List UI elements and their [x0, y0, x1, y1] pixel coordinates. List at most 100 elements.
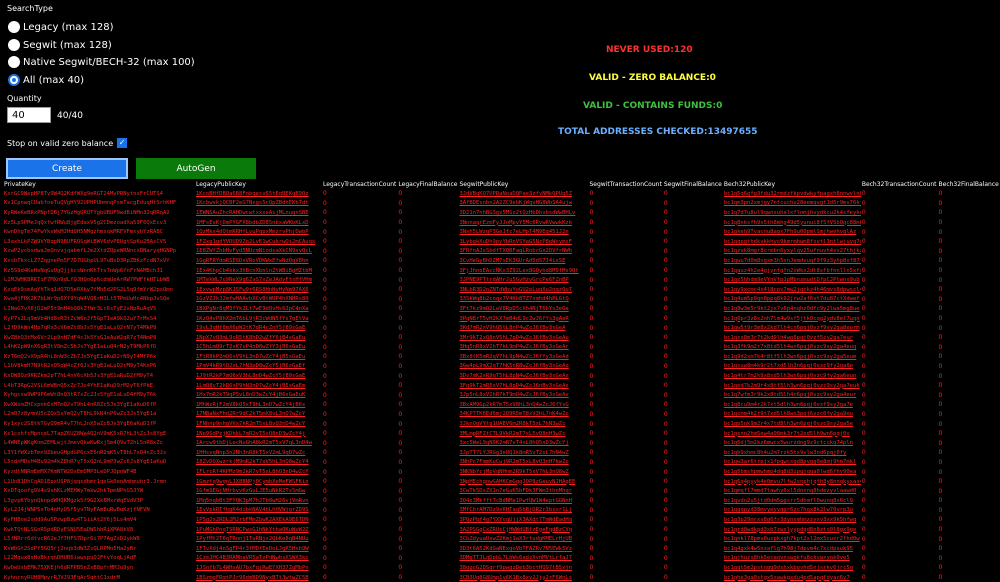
cell-bech32-public-key[interactable]: bc1q9d2xm7k4r8tf5lh3wn6pqj0vzc9sy2ga5eum: [723, 352, 861, 362]
radio-all-circle[interactable]: [8, 74, 20, 86]
stop-on-zero-balance[interactable]: Stop on valid zero balance ✓: [7, 138, 128, 148]
cell-bech32-public-key[interactable]: bc1qqt5m2pstngg9dshxkbgvhd5njsrkv6jrc5q: [723, 563, 861, 573]
cell-legacy-public-key[interactable]: 1Gfm9EGjNHrbvvKzGuLJE5uNkR2Ts5mGw: [195, 486, 322, 496]
cell-bech32-public-key[interactable]: bc1gkeh9Tvacnu8agx7Fh9u00pmlSmjhwehvglAz: [723, 227, 861, 237]
cell-segwit-public-key[interactable]: 3NpHEchgnwGAHKCmGqqJQP8zGeuvNJHAqEE: [458, 477, 588, 487]
cell-legacy-public-key[interactable]: 1Arcw9tbDjLecNuGhA8kR2mT5xV7qL3nD4w: [195, 438, 322, 448]
cell-segwit-public-key[interactable]: 3Fq9kT2mR5xV7hL8pD4wZcJ6nBy3sGeAs: [458, 381, 588, 391]
cell-legacy-public-key[interactable]: 1FNhnp9nhgVVx7kR2mT5xL8vQ3nD4wZcY: [195, 419, 322, 429]
cell-legacy-public-key[interactable]: 1Gmzfq9wqnLJX8BNPj0CymbXeMeFWSFKin: [195, 477, 322, 487]
cell-bech32-public-key[interactable]: bc1q8nksfh9x5th8mhg49d5yunui8f5fVSbQqc88…: [723, 218, 861, 228]
cell-bech32-public-key[interactable]: bc1qw5t9r3m8x2kd7lh4cn6pqj0vzf9sy2ga8eur…: [723, 323, 861, 333]
cell-legacy-public-key[interactable]: 1Hx7mR2kT9qP5vL8nD3wZcY4jB6sGaEuK: [195, 390, 322, 400]
cell-legacy-public-key[interactable]: 1FtR8kP2mQ6xV9hL3nD7wZcY4jB5sGaEu: [195, 352, 322, 362]
cell-segwit-public-key[interactable]: 3NLbR3D2nZNTdWhuYoGU2pLuqXu2nqzQu7: [458, 285, 588, 295]
cell-bech32-public-key[interactable]: bc1q6dj5m2kz6mwcx5wurzdng9z9ctcckq74pln: [723, 438, 861, 448]
cell-legacy-public-key[interactable]: 1ExvwpMzp8KJ5Fw9r6RS8HnHyHyNm97AX6: [195, 285, 322, 295]
cell-segwit-public-key[interactable]: 3Ft7kz9mQ2LwV8RpD5cXh4NjT6bYs3eGa: [458, 304, 588, 314]
cell-legacy-public-key[interactable]: 1KcbwvkjQCBF2eG7Nsgs5cQpZBdhEKbTdt: [195, 199, 322, 209]
cell-bech32-public-key[interactable]: bc1q6pr3z8x2nh7lm4w9sf5jtk0cqg2ydv8el7uq…: [723, 314, 861, 324]
cell-legacy-public-key[interactable]: 1P5g2s2RDL2MJrbFMmZbwK2AXEkA9E6TDN: [195, 515, 322, 525]
cell-bech32-public-key[interactable]: bc1q8cu9m4r2k7xt5dlh3wn6pqj0vzf9sy2ga7e: [723, 400, 861, 410]
cell-legacy-public-key[interactable]: 1LmQ8vT2kR6xP9hN3nD7wZcY4jB5sGaEm: [195, 381, 322, 391]
cell-segwit-public-key[interactable]: 3Kd7mR2xV9hQ5tL8nP4wZcJ6fBy3sGeA: [458, 323, 588, 333]
cell-bech32-public-key[interactable]: bc1q4tr7m2k9x8sd5lh3wn6pqj0vzc9fy2ga6eun: [723, 371, 861, 381]
cell-bech32-public-key[interactable]: bc1q4gxk4w5nzaflg7h98j7dpvm4c7xcdpsuk95: [723, 544, 861, 554]
cell-bech32-public-key[interactable]: bc1q7d7u8ul9qwnsuhalxflnmjhvydkcu2k4sfey…: [723, 208, 861, 218]
cell-segwit-public-key[interactable]: 3xc5WeL9qN9K2mR7vT4xL8hQ5nD3wZcYj: [458, 438, 588, 448]
cell-segwit-public-key[interactable]: 3PqN8rT5vH2kX7mB4dL9cZwJ6fYs3gAeR: [458, 314, 588, 324]
cell-segwit-public-key[interactable]: 3AfBDEsnbn2A2ZC9ebKjWqvHG8WbSA4ujw: [458, 199, 588, 209]
radio-segwit-circle[interactable]: [8, 39, 20, 51]
radio-native-segwit-circle[interactable]: [8, 56, 20, 68]
cell-segwit-public-key[interactable]: 3JPNE9PTtrdAHrJu5GvHzvGrcPe6FZnBP: [458, 275, 588, 285]
cell-bech32-public-key[interactable]: bc1qw3ar6trpjx1fpgwcsgd8pvgg0e8mj9hm7mkl: [723, 458, 861, 468]
cell-bech32-public-key[interactable]: bc1qzvk8mgr8crmbn6yxylqv25ufnuvh4xv27thj…: [723, 247, 861, 257]
stop-checkbox[interactable]: ✓: [117, 138, 128, 148]
cell-legacy-public-key[interactable]: 1MFsEvKjDmPYGFX8bdbZD85nbxaWKbKLxD: [195, 218, 322, 228]
cell-bech32-public-key[interactable]: bc1q8w3m5r9kt2jx7v6p4nqhz0dfc9y2lwa5mg8u…: [723, 304, 861, 314]
cell-legacy-public-key[interactable]: 1MhWzRjF2mV8kQ5xT9hL3nD7wZcY4jB6s: [195, 400, 322, 410]
cell-bech32-public-key[interactable]: bc1qb9xhmc8h4u2m7rzk5tx9vlw3nd6pqj0fy: [723, 448, 861, 458]
cell-bech32-public-key[interactable]: bc1q3p29mrxs8g6fr3dynsmhmzzyxv3xx9k5hfwq: [723, 515, 861, 525]
autogen-button[interactable]: AutoGen: [136, 158, 256, 179]
cell-bech32-public-key[interactable]: bc1qcmm4k2r9t7xd5lh8wn3pqj6vzc0fy2ga9eu: [723, 410, 861, 420]
cell-segwit-public-key[interactable]: 3Hq5nR8xV2hT7kL9mP4wZcJ6fBy3sGeAr: [458, 343, 588, 353]
cell-legacy-public-key[interactable]: 1J9tR2kP7mQ6xV3hL8nD4wZcY5jB9sGaE: [195, 371, 322, 381]
cell-segwit-public-key[interactable]: 3LybgkXuDh9pyYbRnVSYaG5NzP8pWxymxF: [458, 237, 588, 247]
cell-segwit-public-key[interactable]: 34KP7TK6Ed6mj2Q9R5mT8xV3hL7nK4wZc: [458, 410, 588, 420]
cell-segwit-public-key[interactable]: 3Gw4pL9mX2qT7hK5nR8wZcJ6fBy3sGeAq: [458, 362, 588, 372]
cell-legacy-public-key[interactable]: 1EWNSAuZhcRAHDwcwtxxxeAsjMLnuqnSBE: [195, 208, 322, 218]
cell-segwit-public-key[interactable]: 3Nxh5LWzqP3GeJfc7eLHpT4M9Eq451J2n: [458, 227, 588, 237]
radio-native-segwit[interactable]: Native Segwit/BECH-32 (max 100): [8, 56, 195, 68]
cell-bech32-public-key[interactable]: bc1qvdn2u5jtd0dm5pgsrr5dhmfl0wunq8x6cl9: [723, 496, 861, 506]
cell-bech32-public-key[interactable]: bc1qz5hhdm9eVYnVfp1pMbnzmudtDfpCJPtwns9u…: [723, 275, 861, 285]
cell-segwit-public-key[interactable]: 3FRfnAJsSbdfTXQBFaqLRobcGx2DVfrNWh: [458, 247, 588, 257]
cell-segwit-public-key[interactable]: 3NKNbYcjMpVqNHnm2R9kT5xV7hL3nQ8wZ: [458, 467, 588, 477]
cell-legacy-public-key[interactable]: 1NpX7vQ3mL9cR5tK8hD2wZfY6jB4sGaEu: [195, 333, 322, 343]
cell-segwit-public-key[interactable]: 3CwTk5DsZX1n7eGuK5bFDk3FWm3thnMhqr: [458, 486, 588, 496]
cell-legacy-public-key[interactable]: 17NBaNxFhd2Rr9dC2kT5mX8vL3nQ7wZcY: [195, 410, 322, 420]
cell-segwit-public-key[interactable]: 3Mr9kT2xQ8nV5hL7pD4wZcJ6fBy3sGeAu: [458, 333, 588, 343]
cell-bech32-public-key[interactable]: bc1q3fk9m2r7x8td5lh4wn6pqj0vzc9sy2ga4euq: [723, 343, 861, 353]
cell-bech32-public-key[interactable]: bc1qp5nk9m2r4x7td8lh3wn6pqj0vzc9sy2ga5e: [723, 419, 861, 429]
cell-bech32-public-key[interactable]: bc1qwu7d0m8xgxm3h5xnJemdvuqf9f9z3yhp8xf8…: [723, 256, 861, 266]
cell-bech32-public-key[interactable]: bc1qqpgthdkvkkhyc9kmrmhwm8fxvtl3ntlwjuyq…: [723, 237, 861, 247]
cell-legacy-public-key[interactable]: 1PmV4kR9tQ2xL7hN3pD8wZcY5jB6sGaEf: [195, 362, 322, 372]
cell-legacy-public-key[interactable]: 1C5hLmQ9rT2xK7vP4nD8wZfY3jB6sGaEu: [195, 343, 322, 353]
cell-segwit-public-key[interactable]: 3MLmpRFZtCTL9VkR2mT7xL5vQ8nH3wZc: [458, 429, 588, 439]
cell-segwit-public-key[interactable]: 33SkWq8b2cnqx7V4Kb8TZ7xmhd4hPLGtQ: [458, 295, 588, 305]
cell-legacy-public-key[interactable]: 1GgRFRYdmRSE6DsVRoVDKWxEfwNdQqV8hn: [195, 256, 322, 266]
cell-legacy-public-key[interactable]: 1EvVpkRTfhgK4dcbkNAV4hLhHVWjgrZD9S: [195, 506, 322, 516]
cell-legacy-public-key[interactable]: 1Ex4KhpCb4kkx3hBcnXbnlnZtWBiBgHZtbM: [195, 266, 322, 276]
cell-legacy-public-key[interactable]: 1KcoBHfDBQa6B8Fnbqesv65tEqBEKqB9Qz: [195, 189, 322, 199]
cell-legacy-public-key[interactable]: 1FZxg1gdYVDUD9Zn2LvE1wCukrwQi2mCAuqx: [195, 237, 322, 247]
radio-all[interactable]: All (max 40): [8, 74, 84, 86]
cell-bech32-public-key[interactable]: bc1qauz4h2e4gjynfgfn2xWkx2dt8sfbfnnlln5x…: [723, 266, 861, 276]
cell-segwit-public-key[interactable]: 38ggcG2DSqrf9pwgzDeb3bctHQ97tB5xjn: [458, 563, 588, 573]
cell-bech32-public-key[interactable]: bc1qxs8m3r7t2kd9lh4wn6pqj0vzf5cy2ga7eur: [723, 333, 861, 343]
cell-bech32-public-key[interactable]: bc1qmqfl7mmd7tawhy6xl5dnxnq8hdezyvlaawd0: [723, 486, 861, 496]
cell-legacy-public-key[interactable]: 1Mq5nqbBt3FYQK3pM7hJTb8wH26vjVmRvn: [195, 496, 322, 506]
cell-legacy-public-key[interactable]: 1FTvXdj4nSgFP4r3fMDfEeDoLJgR5Hxb9W: [195, 544, 322, 554]
cell-bech32-public-key[interactable]: bc1qrd8wdkpd3xb7zwslyypdqd8n8zts0l8gx9ge: [723, 525, 861, 535]
cell-legacy-public-key[interactable]: 1MTekWL7c9NeX9g6ZvS7xZeJAdyFtsHfVHm: [195, 275, 322, 285]
cell-segwit-public-key[interactable]: 3JdVBqKQ7UPRaNoaDQPae3zfvNMkQPUg5Z: [458, 189, 588, 199]
cell-legacy-public-key[interactable]: 1BSzmgFRmtPJr96dmBD9NyxBTt3wtwZC5B: [195, 573, 322, 582]
cell-bech32-public-key[interactable]: bc1q6q4pyyk4e0mvu7lfw2xnphjqfh3y8nnqkyxa…: [723, 477, 861, 487]
cell-bech32-public-key[interactable]: bc1qsuw8m4k9r2t7xd5lh3n6pqj0vzc9fy2ga8e: [723, 362, 861, 372]
cell-segwit-public-key[interactable]: 3CB3Uq8G8Ump1v6K1Bx8xv2Jjy2rF6WnLs: [458, 573, 588, 582]
cell-segwit-public-key[interactable]: 3JpTT7LYJRGg3eUQ1k8mR5vT2xL7hN4wZ: [458, 448, 588, 458]
cell-bech32-public-key[interactable]: bc1qed7k2m9r4x8tf5lh3wn6pqj0vzc9sy2ga7eu…: [723, 381, 861, 391]
cell-legacy-public-key[interactable]: 18ZvDQXwzrkjM9mR2kT7xV5hL3nQ8wZcY4: [195, 458, 322, 468]
cell-legacy-public-key[interactable]: 1PuMGhPnqTSRNCPwsG1hNkYthaQKuWvW2Z: [195, 525, 322, 535]
cell-segwit-public-key[interactable]: 3MfCbrAM7Dz9xKHTaq5bBjDR2r3bsvr1Lj: [458, 506, 588, 516]
cell-segwit-public-key[interactable]: 3Q4s3Mkfft7cBdNMa1PwfQW1W4eptGGNnH: [458, 496, 588, 506]
radio-legacy[interactable]: Legacy (max 128): [8, 21, 113, 33]
cell-segwit-public-key[interactable]: 3PQzPbf4g7YXYcqUjjX3AXdt7TmWdEadHq: [458, 515, 588, 525]
cell-bech32-public-key[interactable]: bc1q5q6gfg3fdu32rmdzfkpvdwkyfpagxh8nnwvl…: [723, 189, 861, 199]
cell-segwit-public-key[interactable]: 3CvHeGyBhDZM7sEK3GUrAd5dS7J4ixSE: [458, 256, 588, 266]
cell-segwit-public-key[interactable]: 3D21n7nhBGSgv5MSz2tQzHbDhvbsdWwBHLv: [458, 208, 588, 218]
cell-segwit-public-key[interactable]: 3JknQgVYtg1UAEV6m2R8kT5xL7hN3wZc: [458, 419, 588, 429]
create-button[interactable]: Create: [6, 158, 128, 179]
